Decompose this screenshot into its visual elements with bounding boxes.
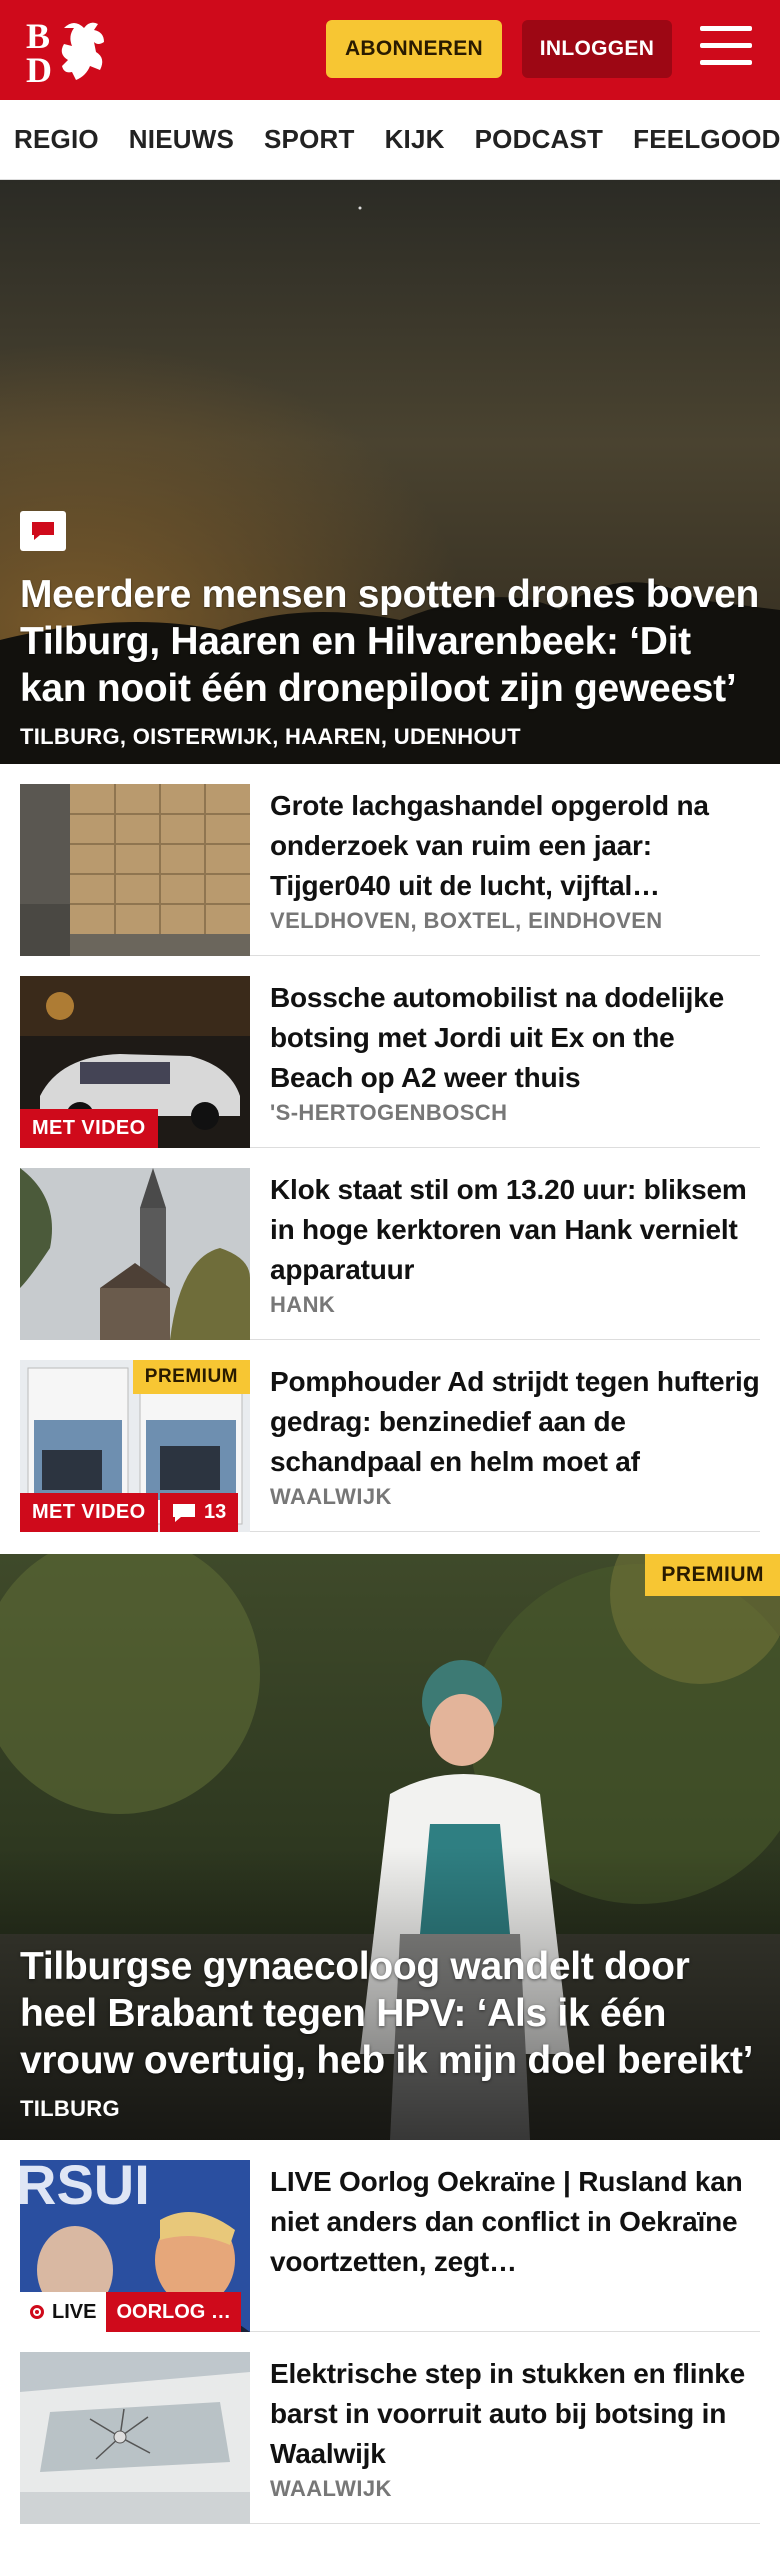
article-list-secondary: RSUI LIVE OORLOG … LIVE Oorlog Oekraïne … [0, 2140, 780, 2524]
bd-logo[interactable]: B D [24, 14, 120, 86]
live-label: LIVE [52, 2300, 97, 2323]
nav-item-sport[interactable]: SPORT [264, 124, 355, 155]
nav-item-nieuws[interactable]: NIEUWS [129, 124, 234, 155]
top-header: B D ABONNEREN INLOGGEN [0, 0, 780, 100]
hero-article[interactable]: Meerdere mensen spotten drones boven Til… [0, 180, 780, 764]
article-thumbnail: MET VIDEO [20, 976, 250, 1148]
article-location: 'S-HERTOGENBOSCH [270, 1100, 508, 1125]
article-row[interactable]: Klok staat stil om 13.20 uur: bliksem in… [20, 1148, 760, 1340]
live-dot-icon [30, 2305, 44, 2319]
nav-item-podcast[interactable]: PODCAST [475, 124, 604, 155]
article-title[interactable]: Pomphouder Ad strijdt tegen hufterig ged… [270, 1362, 760, 1482]
premium-badge: PREMIUM [645, 1554, 780, 1596]
menu-icon[interactable] [700, 26, 752, 70]
live-badge: LIVE OORLOG … [20, 2292, 241, 2332]
article-row[interactable]: Elektrische step in stukken en flinke ba… [20, 2332, 760, 2524]
svg-text:RSUI: RSUI [20, 2160, 150, 2216]
article-title[interactable]: Bossche automobilist na dodelijke botsin… [270, 978, 760, 1098]
comment-count: 13 [204, 1501, 227, 1523]
article-row[interactable]: RSUI LIVE OORLOG … LIVE Oorlog Oekraïne … [20, 2140, 760, 2332]
article-location: HANK [270, 1292, 336, 1317]
nav-item-kijk[interactable]: KIJK [385, 124, 445, 155]
hero-title[interactable]: Meerdere mensen spotten drones boven Til… [20, 571, 760, 712]
article-row[interactable]: Grote lachgashandel opgerold na onderzoe… [20, 764, 760, 956]
article-thumbnail [20, 1168, 250, 1340]
nav-item-regio[interactable]: REGIO [14, 124, 99, 155]
article-thumbnail [20, 784, 250, 956]
feature-title[interactable]: Tilburgse gynaecoloog wandelt door heel … [20, 1943, 760, 2084]
article-location: VELDHOVEN, BOXTEL, EINDHOVEN [270, 908, 663, 933]
svg-text:D: D [26, 50, 52, 86]
article-thumbnail [20, 2352, 250, 2524]
subscribe-button[interactable]: ABONNEREN [326, 20, 502, 78]
article-title[interactable]: LIVE Oorlog Oekraïne | Rusland kan niet … [270, 2162, 760, 2282]
article-location: WAALWIJK [270, 1484, 392, 1509]
article-row[interactable]: PREMIUM MET VIDEO 13 Pomphouder Ad strij… [20, 1340, 760, 1532]
video-badge: MET VIDEO [20, 1493, 158, 1532]
comment-count-badge: 13 [160, 1493, 239, 1532]
article-row[interactable]: MET VIDEO Bossche automobilist na dodeli… [20, 956, 760, 1148]
article-title[interactable]: Klok staat stil om 13.20 uur: bliksem in… [270, 1170, 760, 1290]
article-thumbnail: RSUI LIVE OORLOG … [20, 2160, 250, 2332]
article-list: Grote lachgashandel opgerold na onderzoe… [0, 764, 780, 1532]
article-thumbnail: PREMIUM MET VIDEO 13 [20, 1360, 250, 1532]
section-nav: REGIO NIEUWS SPORT KIJK PODCAST FEELGOOD [0, 100, 780, 180]
login-button[interactable]: INLOGGEN [522, 20, 672, 78]
hero-location: TILBURG, OISTERWIJK, HAAREN, UDENHOUT [20, 724, 521, 749]
comment-icon [20, 511, 66, 551]
article-location: WAALWIJK [270, 2476, 392, 2501]
premium-badge: PREMIUM [132, 1360, 250, 1394]
feature-article[interactable]: PREMIUM Tilburgse gynaecoloog wandelt do… [0, 1554, 780, 2140]
video-badge: MET VIDEO [20, 1109, 158, 1148]
article-title[interactable]: Elektrische step in stukken en flinke ba… [270, 2354, 760, 2474]
feature-location: TILBURG [20, 2096, 120, 2121]
article-title[interactable]: Grote lachgashandel opgerold na onderzoe… [270, 786, 760, 906]
nav-item-feelgood[interactable]: FEELGOOD [633, 124, 780, 155]
comment-icon [173, 1503, 195, 1522]
topic-label: OORLOG … [106, 2292, 241, 2332]
